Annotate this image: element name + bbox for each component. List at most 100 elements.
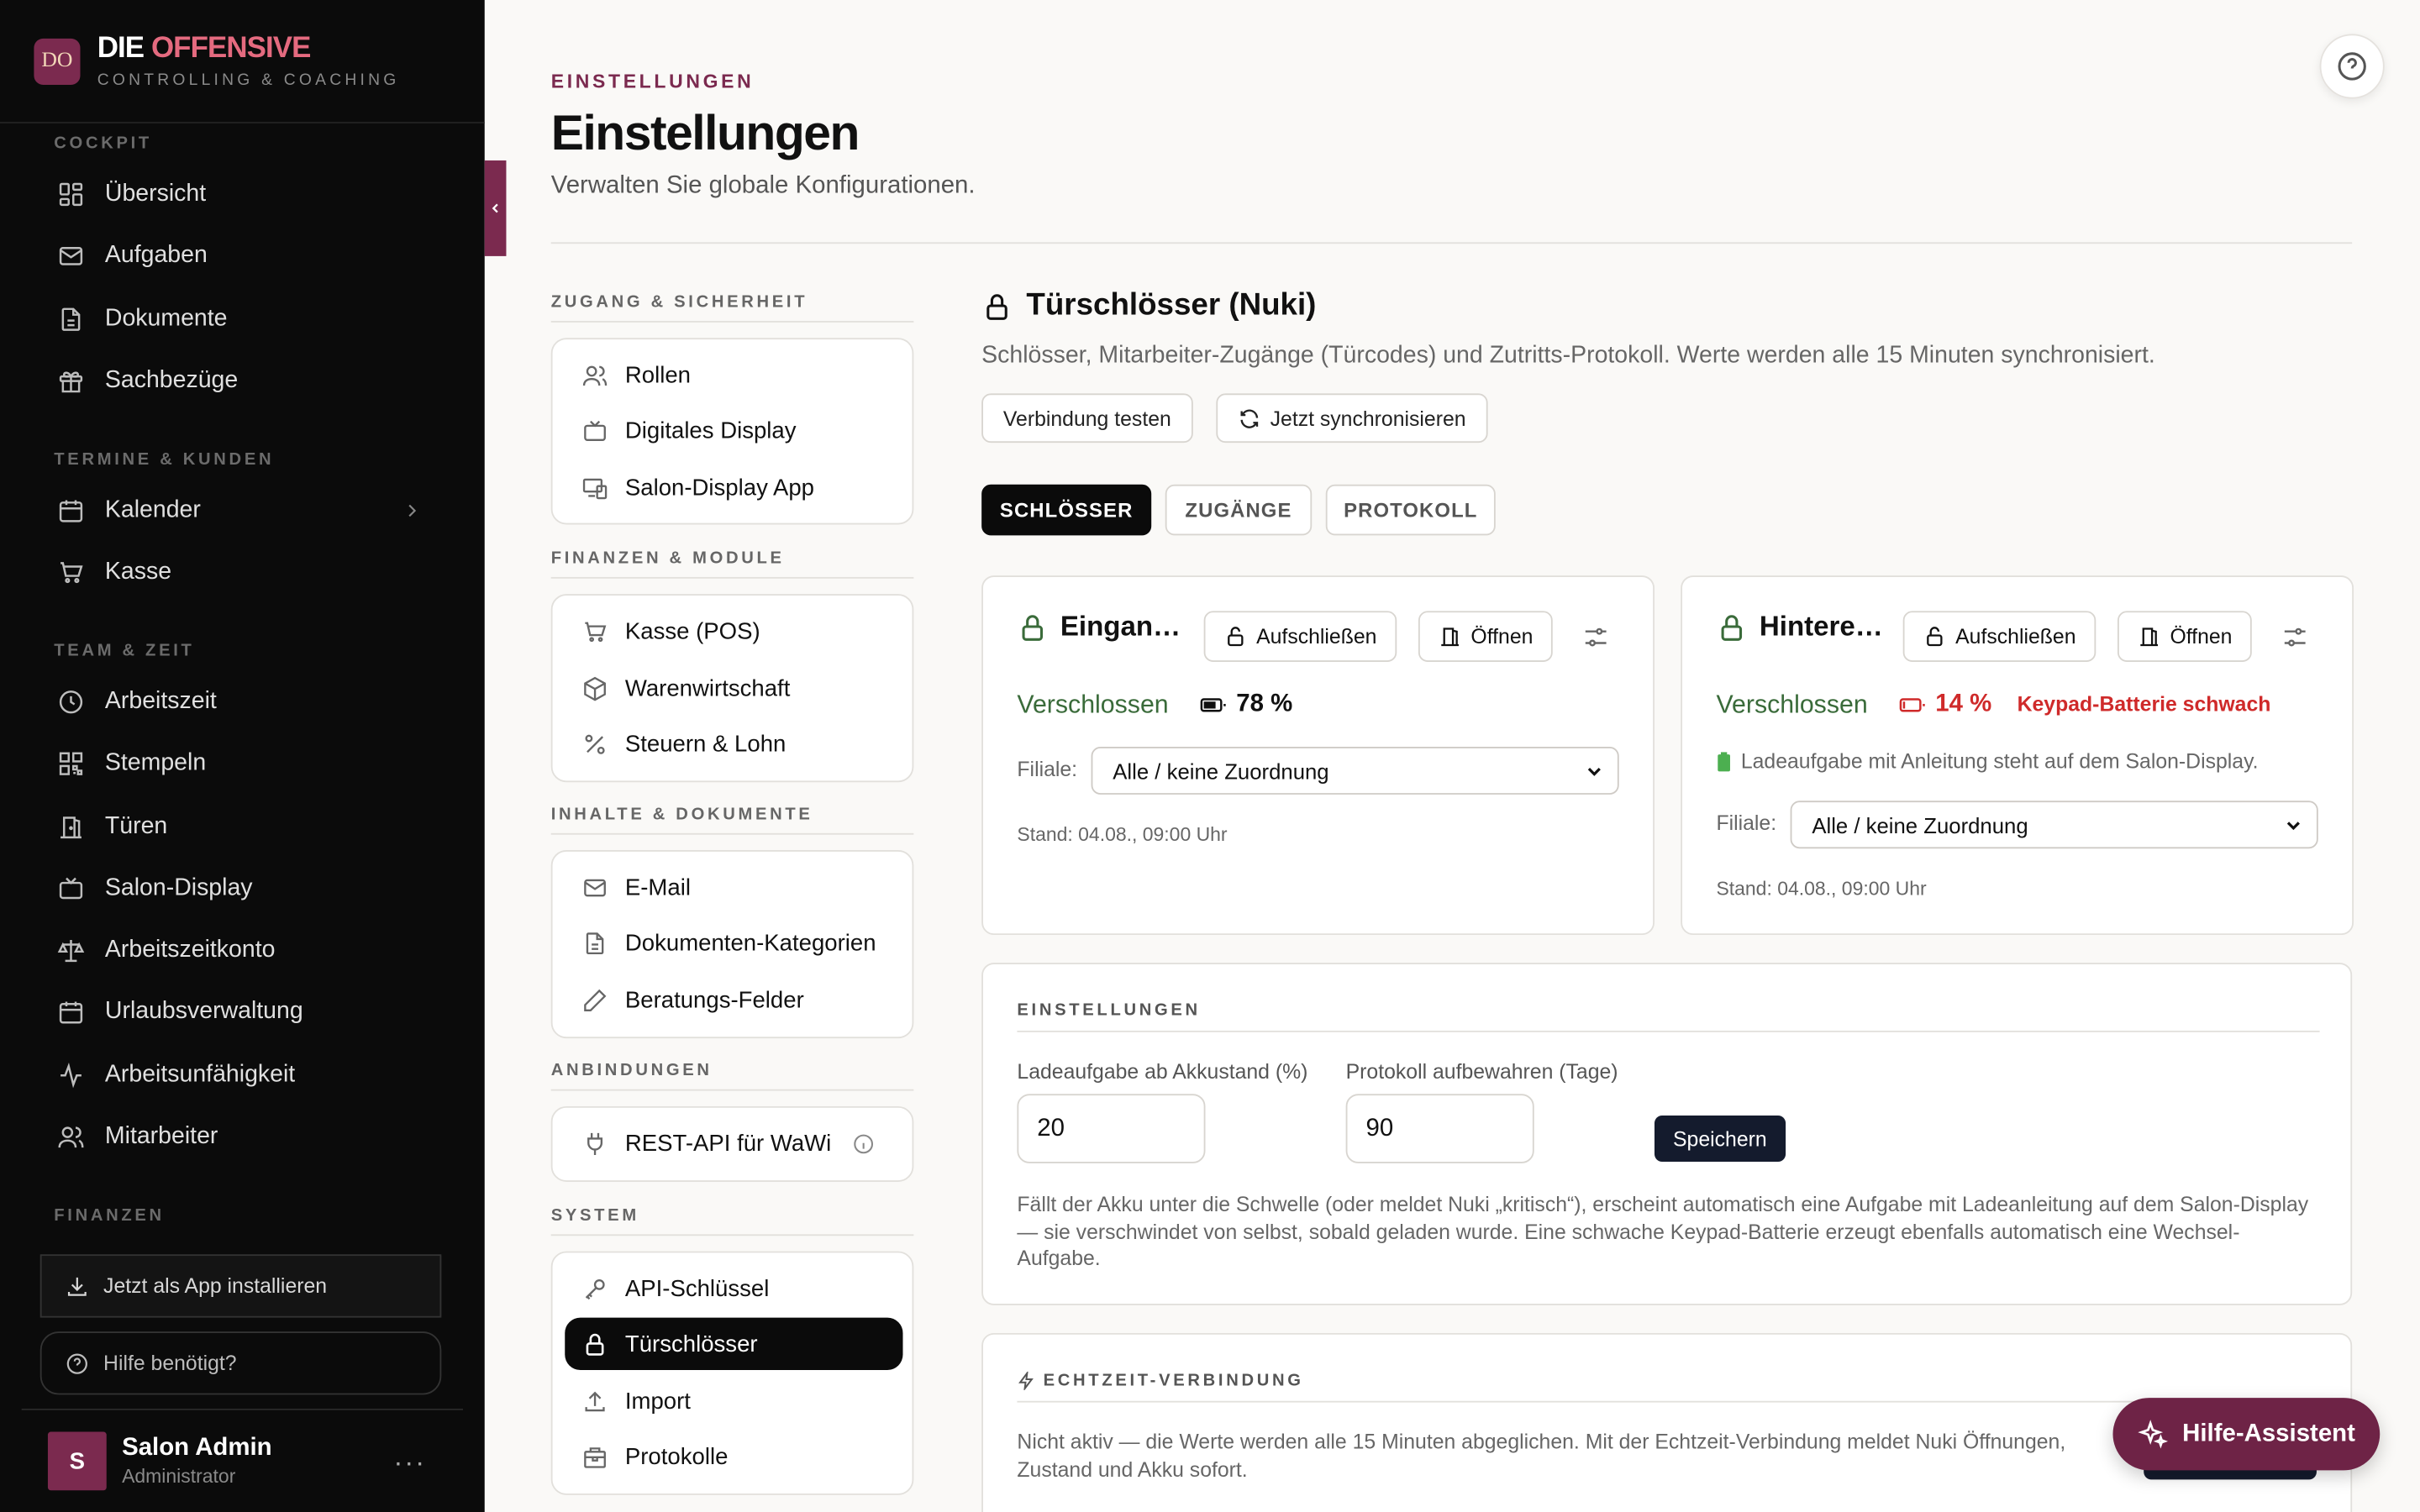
save-button[interactable]: Speichern bbox=[1654, 1115, 1786, 1163]
settings-item-label: Beratungs-Felder bbox=[624, 986, 804, 1013]
tab-zugaenge[interactable]: ZUGÄNGE bbox=[1165, 484, 1313, 536]
settings-item-warenwirtschaft[interactable]: Warenwirtschaft bbox=[565, 662, 902, 714]
sidebar-item-label: Dokumente bbox=[104, 305, 228, 332]
sidebar-item-salon-display[interactable]: Salon-Display bbox=[40, 861, 442, 916]
settings-item-rest-api[interactable]: REST-API für WaWi bbox=[565, 1117, 902, 1169]
sidebar-item-arbeitszeit[interactable]: Arbeitszeit bbox=[40, 675, 442, 730]
settings-item-label: API-Schlüssel bbox=[624, 1275, 770, 1302]
sidebar-item-mitarbeiter[interactable]: Mitarbeiter bbox=[40, 1110, 442, 1165]
document-icon bbox=[581, 929, 608, 957]
log-retention-input[interactable]: 90 bbox=[1345, 1094, 1534, 1163]
sidebar-item-arbeitszeitkonto[interactable]: Arbeitszeitkonto bbox=[40, 922, 442, 978]
sidebar-item-kasse[interactable]: Kasse bbox=[40, 544, 442, 600]
unlock-label: Aufschließen bbox=[1955, 624, 2076, 648]
sidebar-item-label: Arbeitsunfähigkeit bbox=[104, 1061, 296, 1088]
sidebar-item-label: Kasse bbox=[104, 558, 172, 585]
settings-item-label: Rollen bbox=[624, 361, 691, 388]
settings-item-digitales-display[interactable]: Digitales Display bbox=[565, 404, 902, 456]
sparkles-icon bbox=[2138, 1419, 2169, 1450]
sidebar-item-label: Urlaubsverwaltung bbox=[104, 998, 303, 1025]
avatar: S bbox=[47, 1431, 107, 1491]
charge-hint: Ladeaufgabe mit Anleitung steht auf dem … bbox=[1716, 750, 2259, 773]
sidebar-item-tueren[interactable]: Türen bbox=[40, 799, 442, 854]
users-icon bbox=[55, 1121, 87, 1152]
door-icon bbox=[2138, 625, 2161, 648]
sliders-icon[interactable] bbox=[2281, 623, 2309, 651]
open-label: Öffnen bbox=[1470, 624, 1534, 648]
help-assistant-button[interactable]: Hilfe-Assistent bbox=[2112, 1398, 2381, 1471]
nav-section-finanzen: FINANZEN bbox=[54, 1206, 165, 1226]
log-retention-value: 90 bbox=[1365, 1115, 1394, 1142]
settings-item-api-schluessel[interactable]: API-Schlüssel bbox=[565, 1262, 902, 1314]
sync-now-button[interactable]: Jetzt synchronisieren bbox=[1216, 393, 1488, 444]
sidebar-item-stempeln[interactable]: Stempeln bbox=[40, 736, 442, 791]
charge-threshold-input[interactable]: 20 bbox=[1017, 1094, 1206, 1163]
user-profile[interactable]: S Salon Admin Administrator ··· bbox=[21, 1408, 464, 1512]
settings-item-beratungs-felder[interactable]: Beratungs-Felder bbox=[565, 974, 902, 1026]
open-button[interactable]: Öffnen bbox=[1418, 611, 1554, 662]
collapse-sidebar-button[interactable] bbox=[484, 160, 507, 256]
charge-threshold-value: 20 bbox=[1037, 1115, 1065, 1142]
settings-item-import[interactable]: Import bbox=[565, 1375, 902, 1427]
sidebar-item-label: Aufgaben bbox=[104, 242, 208, 269]
filiale-select[interactable]: Alle / keine Zuordnung bbox=[1790, 801, 2318, 849]
log-retention-label: Protokoll aufbewahren (Tage) bbox=[1345, 1059, 1618, 1084]
settings-item-label: Digitales Display bbox=[624, 417, 797, 444]
lock-icon bbox=[1017, 612, 1048, 643]
settings-nav-group: Kasse (POS) Warenwirtschaft Steuern & Lo… bbox=[550, 594, 914, 783]
sidebar-item-sachbezuege[interactable]: Sachbezüge bbox=[40, 354, 442, 409]
sidebar-item-urlaubsverwaltung[interactable]: Urlaubsverwaltung bbox=[40, 984, 442, 1040]
open-label: Öffnen bbox=[2170, 624, 2233, 648]
more-options-icon[interactable]: ··· bbox=[393, 1447, 426, 1480]
sidebar-item-aufgaben[interactable]: Aufgaben bbox=[40, 228, 442, 284]
sidebar-item-dokumente[interactable]: Dokumente bbox=[40, 291, 442, 347]
settings-item-dokumenten-kategorien[interactable]: Dokumenten-Kategorien bbox=[565, 916, 902, 969]
unlock-icon bbox=[1224, 625, 1248, 648]
download-icon bbox=[63, 1272, 91, 1299]
tab-schloesser[interactable]: SCHLÖSSER bbox=[981, 484, 1152, 536]
users-icon bbox=[581, 361, 608, 389]
unlock-button[interactable]: Aufschließen bbox=[1203, 611, 1397, 662]
settings-item-protokolle[interactable]: Protokolle bbox=[565, 1431, 902, 1483]
settings-item-label: REST-API für WaWi bbox=[624, 1130, 832, 1157]
install-app-button[interactable]: Jetzt als App installieren bbox=[39, 1254, 442, 1318]
settings-item-email[interactable]: E-Mail bbox=[565, 861, 902, 913]
settings-item-tuerschloesser[interactable]: Türschlösser bbox=[565, 1317, 903, 1371]
sidebar-item-arbeitsunfaehigkeit[interactable]: Arbeitsunfähigkeit bbox=[40, 1047, 442, 1103]
settings-item-rollen[interactable]: Rollen bbox=[565, 349, 902, 401]
help-circle-icon bbox=[63, 1349, 91, 1377]
sidebar-item-uebersicht[interactable]: Übersicht bbox=[40, 166, 442, 222]
archive-icon bbox=[581, 1442, 608, 1470]
open-button[interactable]: Öffnen bbox=[2118, 611, 2253, 662]
lock-timestamp: Stand: 04.08., 09:00 Uhr bbox=[1716, 878, 1927, 900]
unlock-button[interactable]: Aufschließen bbox=[1902, 611, 2096, 662]
sliders-icon[interactable] bbox=[1582, 623, 1610, 651]
settings-item-steuern-lohn[interactable]: Steuern & Lohn bbox=[565, 717, 902, 769]
lightning-icon bbox=[1017, 1371, 1035, 1390]
nav-section-team: TEAM & ZEIT bbox=[54, 642, 195, 661]
battery-value: 78 % bbox=[1236, 690, 1293, 718]
settings-item-kasse-pos[interactable]: Kasse (POS) bbox=[565, 605, 902, 657]
info-icon[interactable] bbox=[852, 1131, 876, 1155]
charge-threshold-label: Ladeaufgabe ab Akkustand (%) bbox=[1017, 1059, 1308, 1084]
help-needed-button[interactable]: Hilfe benötigt? bbox=[39, 1331, 442, 1395]
brand[interactable]: DO DIE OFFENSIVE CONTROLLING & COACHING bbox=[0, 0, 485, 123]
user-name: Salon Admin bbox=[122, 1435, 272, 1462]
sidebar-item-kalender[interactable]: Kalender bbox=[40, 483, 442, 538]
settings-item-salon-display-app[interactable]: Salon-Display App bbox=[565, 461, 902, 513]
battery-icon bbox=[1199, 691, 1227, 719]
brand-name: DIE OFFENSIVE bbox=[97, 33, 400, 66]
brand-logo: DO bbox=[34, 38, 81, 85]
settings-nav-section: INHALTE & DOKUMENTE bbox=[550, 806, 914, 835]
page-eyebrow: EINSTELLUNGEN bbox=[550, 71, 755, 93]
chevron-right-icon bbox=[402, 500, 424, 522]
help-assistant-label: Hilfe-Assistent bbox=[2182, 1420, 2355, 1446]
filiale-select[interactable]: Alle / keine Zuordnung bbox=[1091, 746, 1619, 795]
test-connection-label: Verbindung testen bbox=[1002, 406, 1171, 430]
plug-icon bbox=[581, 1129, 608, 1157]
settings-item-label: Steuern & Lohn bbox=[624, 730, 786, 757]
cart-icon bbox=[55, 557, 87, 588]
test-connection-button[interactable]: Verbindung testen bbox=[981, 393, 1193, 444]
help-needed-label: Hilfe benötigt? bbox=[103, 1351, 237, 1375]
tab-protokoll[interactable]: PROTOKOLL bbox=[1325, 484, 1496, 536]
